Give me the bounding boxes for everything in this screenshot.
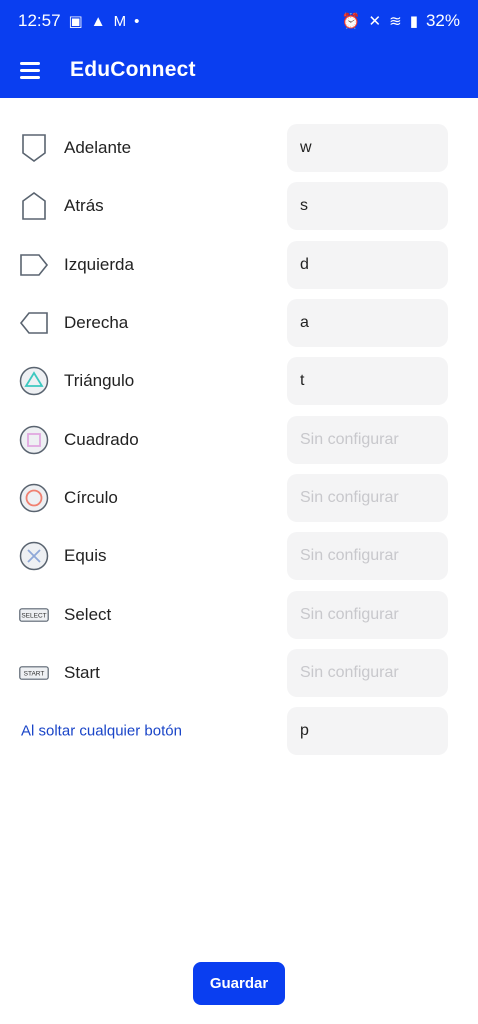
dpad-left-icon: [18, 249, 50, 281]
control-row-atras: Atrás: [0, 177, 478, 235]
control-label: Start: [64, 662, 100, 682]
key-input-start[interactable]: [287, 648, 448, 697]
key-input-equis[interactable]: [287, 532, 448, 581]
app-title: EduConnect: [70, 58, 196, 81]
gmail-icon: M: [113, 12, 127, 30]
key-input-derecha[interactable]: [287, 299, 448, 348]
control-row-circulo: Círculo: [0, 469, 478, 527]
mute-icon: ✕: [368, 12, 382, 30]
control-row-triangulo: Triángulo: [0, 352, 478, 410]
save-button[interactable]: Guardar: [193, 962, 285, 1005]
key-input-atras[interactable]: [287, 182, 448, 231]
wifi-icon: ≋: [389, 12, 402, 30]
key-input-adelante[interactable]: [287, 124, 448, 173]
control-label: Cuadrado: [64, 429, 139, 449]
dpad-up-icon: [18, 132, 50, 164]
cross-button-icon: [18, 540, 50, 572]
control-label: Izquierda: [64, 254, 134, 274]
start-button-icon: START: [18, 657, 50, 689]
key-input-izquierda[interactable]: [287, 240, 448, 289]
battery-level: 32%: [425, 11, 460, 30]
controls-list: Adelante Atrás Izquierda Derecha Triángu…: [0, 119, 478, 760]
dpad-right-icon: [18, 307, 50, 339]
release-row: Al soltar cualquier botón: [0, 702, 478, 760]
control-label: Select: [64, 604, 112, 624]
control-row-adelante: Adelante: [0, 119, 478, 177]
triangle-button-icon: [18, 365, 50, 397]
key-input-circulo[interactable]: [287, 473, 448, 522]
control-label: Derecha: [64, 313, 129, 333]
control-label: Adelante: [64, 138, 132, 158]
toolbar: EduConnect: [0, 42, 478, 98]
select-button-icon: SELECT: [18, 599, 50, 631]
control-label: Triángulo: [64, 371, 135, 391]
dpad-down-icon: [18, 190, 50, 222]
status-time: 12:57: [18, 11, 61, 30]
control-label: Equis: [64, 546, 107, 566]
signal-icon: ▮: [409, 12, 418, 30]
select-icon-text: SELECT: [21, 612, 46, 619]
control-row-derecha: Derecha: [0, 294, 478, 352]
control-row-cuadrado: Cuadrado: [0, 410, 478, 468]
navigation-icon: ▲: [90, 12, 106, 30]
hamburger-icon[interactable]: [20, 57, 46, 83]
square-button-icon: [18, 424, 50, 456]
dot-icon: •: [134, 12, 140, 30]
circle-button-icon: [18, 482, 50, 514]
start-icon-text: START: [24, 670, 45, 677]
key-input-cuadrado[interactable]: [287, 415, 448, 464]
key-input-triangulo[interactable]: [287, 357, 448, 406]
release-label: Al soltar cualquier botón: [21, 722, 182, 740]
key-input-release[interactable]: [287, 707, 448, 756]
alarm-icon: ⏰: [341, 12, 361, 30]
status-bar: 12:57 ▣ ▲ M • ⏰ ✕ ≋ ▮ 32%: [0, 0, 478, 42]
control-row-izquierda: Izquierda: [0, 236, 478, 294]
control-row-equis: Equis: [0, 527, 478, 585]
image-icon: ▣: [68, 12, 83, 30]
control-row-start: START Start: [0, 644, 478, 702]
control-row-select: SELECT Select: [0, 585, 478, 643]
app-bar: 12:57 ▣ ▲ M • ⏰ ✕ ≋ ▮ 32% EduConnect: [0, 0, 478, 98]
key-input-select[interactable]: [287, 590, 448, 639]
control-label: Atrás: [64, 196, 104, 216]
control-label: Círculo: [64, 487, 118, 507]
